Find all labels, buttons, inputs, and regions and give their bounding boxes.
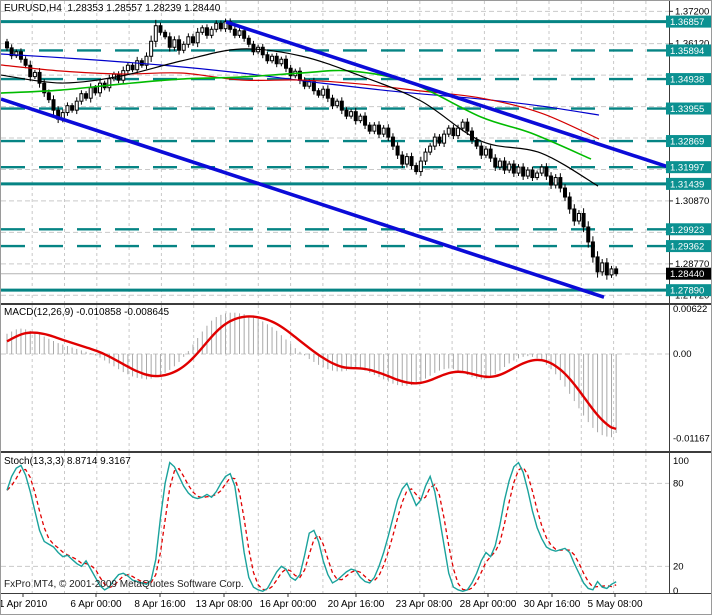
time-axis-label: 28 Apr 00:00: [459, 599, 517, 610]
ma-green: [1, 69, 592, 160]
price-badge-label: 1.34938: [670, 75, 704, 86]
time-axis-label: 16 Apr 00:00: [259, 599, 317, 610]
stochastic-panel: [1, 461, 669, 592]
stoch-scale-label: 100: [673, 456, 689, 467]
price-badge-label: 1.35894: [670, 46, 704, 57]
mt4-chart-window: 1.372001.361201.308701.287701.277201.368…: [0, 0, 712, 615]
trend-channel-line-lower[interactable]: [1, 97, 605, 299]
time-axis-label: 13 Apr 08:00: [195, 599, 253, 610]
support-resistance-levels: [1, 20, 669, 292]
price-axis-label: 1.30870: [675, 196, 709, 207]
stoch-d-line: [6, 466, 617, 591]
price-badge-label: 1.28440: [670, 269, 704, 280]
price-badge-label: 1.33955: [670, 104, 704, 115]
price-badge-label: 1.31997: [670, 163, 704, 174]
price-badge-label: 1.31439: [670, 179, 704, 190]
time-axis-label: 6 Apr 00:00: [70, 599, 122, 610]
stoch-scale-label: 80: [673, 478, 684, 489]
time-axis-label: 20 Apr 16:00: [327, 599, 385, 610]
stoch-scale-label: 0: [673, 586, 678, 597]
price-badge-label: 1.36857: [670, 17, 704, 28]
vertical-gridlines: [31, 1, 647, 593]
macd-panel: [1, 312, 669, 438]
macd-scale-label: 0.00622: [673, 304, 707, 315]
time-axis-label: 5 May 08:00: [587, 599, 643, 610]
price-axis: 1.372001.361201.308701.287701.277201.368…: [666, 6, 711, 301]
macd-scale-label: -0.01167: [673, 434, 710, 445]
panel-borders: [1, 1, 711, 597]
macd-indicator-label: MACD(12,26,9) -0.010858 -0.008645: [4, 307, 170, 318]
time-axis-label: 1 Apr 2010: [0, 599, 48, 610]
time-axis-label: 8 Apr 16:00: [134, 599, 186, 610]
stoch-indicator-label: Stoch(13,3,3) 8.8714 9.3167: [4, 456, 131, 467]
platform-copyright: FxPro MT4, © 2001-2009 MetaQuotes Softwa…: [4, 579, 244, 590]
price-badge-label: 1.27890: [670, 286, 704, 297]
time-axis-label: 30 Apr 16:00: [523, 599, 581, 610]
macd-signal-line: [6, 315, 617, 430]
price-badge-label: 1.32869: [670, 137, 704, 148]
chart-title-ohlc: EURUSD,H4 1.28353 1.28557 1.28239 1.2844…: [4, 3, 221, 14]
stoch-scale-label: 20: [673, 561, 684, 572]
stoch-k-line: [6, 461, 617, 592]
time-axis-label: 23 Apr 08:00: [395, 599, 453, 610]
main-horizontal-gridlines: [1, 10, 669, 296]
price-badge-label: 1.29362: [670, 242, 704, 253]
macd-scale-label: 0.00: [673, 349, 692, 360]
price-badge-label: 1.29923: [670, 225, 704, 236]
